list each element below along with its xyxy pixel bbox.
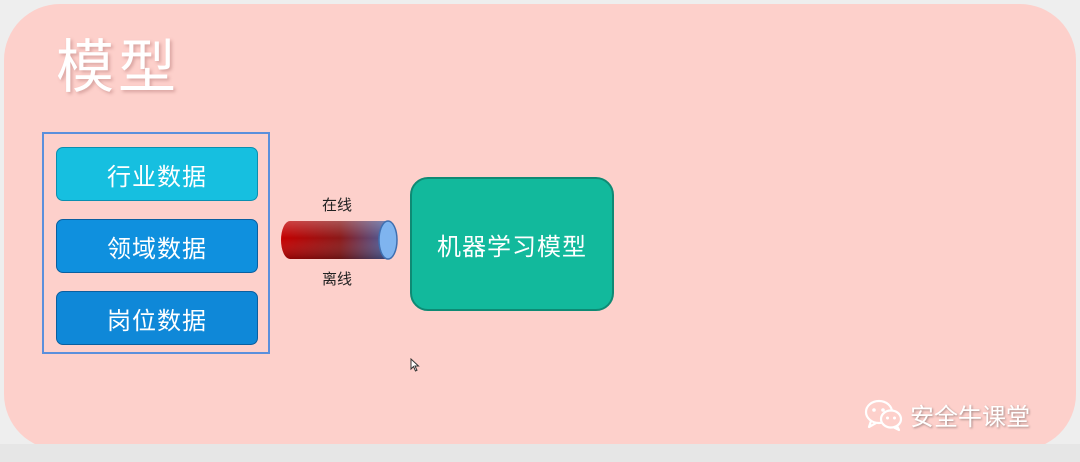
watermark: 安全牛课堂 (864, 397, 1030, 432)
connector-offline-label: 离线 (322, 270, 353, 288)
connector-online-label: 在线 (322, 196, 353, 214)
slide-title: 模型 (56, 33, 181, 101)
pipe-end-cap (378, 220, 398, 260)
ml-model-box: 机器学习模型 (410, 177, 614, 311)
data-source-position: 岗位数据 (56, 291, 258, 345)
video-player-bar (0, 444, 1080, 462)
pipe-shading (281, 221, 388, 259)
pipe-connector (281, 220, 398, 260)
wechat-icon (864, 399, 903, 431)
mouse-cursor-icon (410, 358, 420, 372)
data-source-domain: 领域数据 (56, 219, 258, 273)
slide: 模型 行业数据 领域数据 岗位数据 在线 离线 机器学习模型 安全牛课堂 (4, 4, 1076, 450)
data-source-group: 行业数据 领域数据 岗位数据 (42, 132, 270, 354)
watermark-text: 安全牛课堂 (910, 403, 1030, 431)
data-source-industry: 行业数据 (56, 147, 258, 201)
